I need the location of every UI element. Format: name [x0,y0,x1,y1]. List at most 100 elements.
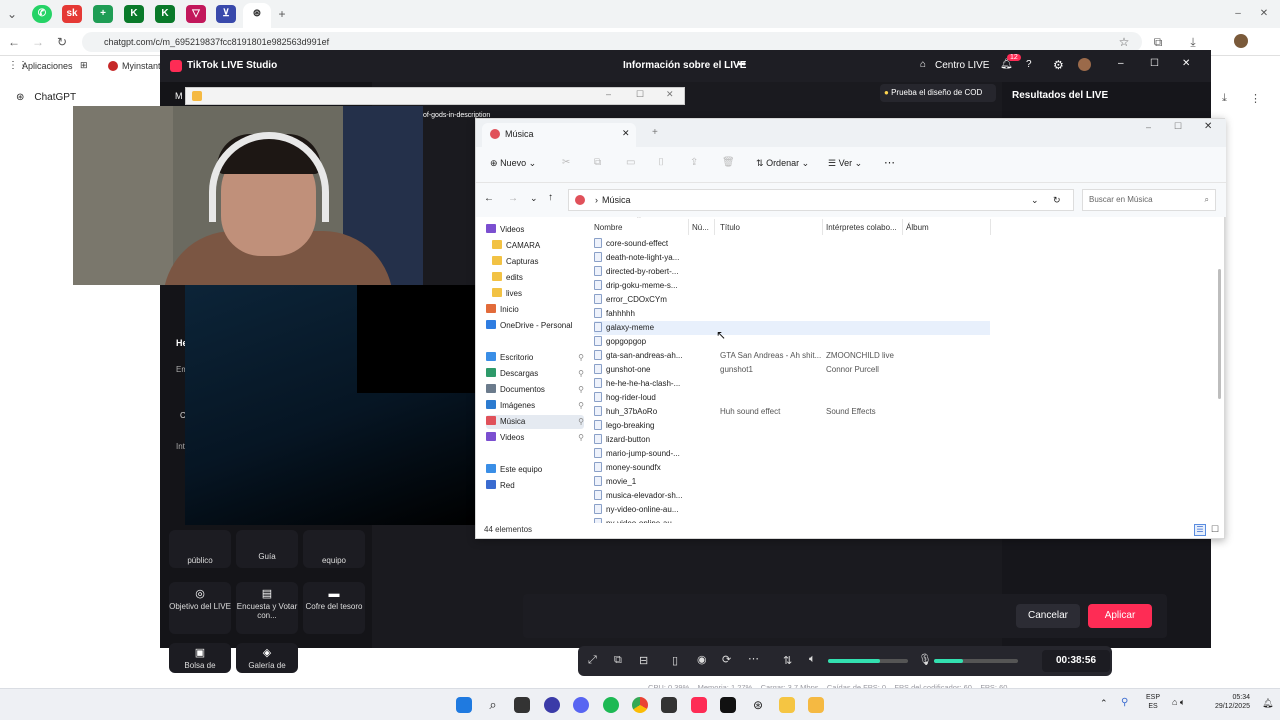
app-icon[interactable] [808,697,824,713]
tab-favicon[interactable]: sk [62,5,82,23]
camera-flip-icon[interactable]: ⟳ [722,653,731,666]
forward-icon[interactable]: → [508,193,518,204]
sidebar-item-descargas[interactable]: Descargas ⚲ [486,367,584,381]
bookmark-apps[interactable]: Aplicaciones [22,61,73,71]
grid-icon[interactable]: ⊞ [80,60,88,71]
file-row[interactable]: drip-goku-meme-s... [594,279,990,293]
close-icon[interactable]: ✕ [1182,58,1190,69]
download-icon[interactable]: ⤓ [1185,34,1201,50]
chevron-down-icon[interactable]: ⌄ [1031,190,1039,210]
sidebar-item-escritorio[interactable]: Escritorio ⚲ [486,351,584,365]
forward-icon[interactable]: → [30,34,46,50]
chatgpt-icon[interactable]: ⊛ [750,697,766,713]
discord-icon[interactable] [573,697,589,713]
delete-icon[interactable]: 🗑︎ [722,157,735,168]
file-row[interactable]: gta-san-andreas-ah... GTA San Andreas - A… [594,349,990,363]
file-row[interactable]: lego-breaking [594,419,990,433]
close-icon[interactable]: ✕ [1204,121,1212,132]
layers-icon[interactable]: ⧉ [614,654,622,667]
address-path[interactable]: › Música ⌄ ↻ [568,189,1074,211]
minimize-icon[interactable]: – [606,89,611,99]
cancel-button[interactable]: Cancelar [1016,604,1080,628]
sidebar-item-música[interactable]: Música ⚲ [486,415,584,429]
volume-slider[interactable] [828,659,908,663]
sidebar-item-red[interactable]: Red [486,479,584,493]
live-goal-card[interactable]: ◎ Objetivo del LIVE [169,582,231,634]
reload-icon[interactable]: ↻ [54,34,70,50]
download-side-icon[interactable]: ⤓ [1222,92,1227,105]
tip-banner[interactable]: ● Prueba el diseño de COD [880,84,996,102]
new-tab-icon[interactable]: + [652,127,658,138]
whatsapp-tab-icon[interactable]: ✆ [32,5,52,23]
minimize-icon[interactable]: – [1118,58,1124,69]
column-separator[interactable] [822,219,823,235]
pin-icon[interactable]: ⚲ [578,367,584,381]
details-view-icon[interactable]: ☰ [1194,524,1206,536]
spotify-icon[interactable] [603,697,619,713]
magic-icon[interactable]: ⤢ [588,654,597,667]
phone-icon[interactable]: ▯ [672,654,678,667]
tab-search-icon[interactable]: ⌄ [4,6,20,22]
bag-card[interactable]: ▣ Bolsa de [169,643,231,673]
mic-slider[interactable] [934,659,1018,663]
help-icon[interactable]: ? [1026,59,1032,70]
tab-favicon[interactable]: K [155,5,175,23]
obs-icon[interactable] [544,697,560,713]
sidebar-item-imágenes[interactable]: Imágenes ⚲ [486,399,584,413]
extensions-icon[interactable]: ⧉ [1150,34,1166,50]
file-row[interactable]: he-he-he-ha-clash-... [594,377,990,391]
column-separator[interactable] [990,219,991,235]
file-row[interactable]: hog-rider-loud [594,391,990,405]
column-separator[interactable] [688,219,689,235]
settings-icon[interactable]: ⚙ [1053,58,1064,72]
gallery-card[interactable]: ◈ Galería de [236,643,298,673]
treasure-chest-card[interactable]: ▬ Cofre del tesoro [303,582,365,634]
sidebar-item-camara[interactable]: CAMARA [486,239,584,253]
column-separator[interactable] [902,219,903,235]
file-row[interactable]: musica-elevador-sh... [594,489,990,503]
search-box[interactable]: Buscar en Música ⌕ [1082,189,1216,211]
pin-icon[interactable]: ⚲ [578,399,584,413]
task-view-icon[interactable] [514,697,530,713]
poll-card[interactable]: ▤ Encuesta y Votar con... [236,582,298,634]
new-button[interactable]: ⊕ Nuevo ⌄ [490,158,536,169]
guide-card[interactable]: Guía [236,530,298,568]
network-volume-icon[interactable]: ⌂ 🔈︎ [1172,697,1185,708]
mixer-icon[interactable]: ⇅ [783,654,792,667]
more-options-icon[interactable]: ⋯ [884,156,895,169]
file-row[interactable]: money-soundfx [594,461,990,475]
sort-button[interactable]: ⇅ Ordenar ⌄ [756,158,809,169]
file-row[interactable]: lizard-button [594,433,990,447]
sidebar-item-capturas[interactable]: Capturas [486,255,584,269]
live-info-title[interactable]: Información sobre el LIVE [623,60,746,71]
sidebar-item-edits[interactable]: edits [486,271,584,285]
column-artists[interactable]: Intérpretes colabo... [826,221,897,235]
scrollbar-thumb[interactable] [1218,269,1221,399]
back-icon[interactable]: ← [484,193,494,204]
file-row[interactable]: directed-by-robert-... [594,265,990,279]
up-icon[interactable]: ↑ [548,192,553,203]
recent-icon[interactable]: ⌄ [530,193,538,204]
pin-icon[interactable]: ⚲ [578,351,584,365]
microphone-icon[interactable]: 🎙︎ [918,653,932,666]
more-icon[interactable]: ⋮ [1250,92,1261,105]
maximize-icon[interactable]: ☐ [636,89,644,100]
file-row[interactable]: huh_37bAoRo Huh sound effect Sound Effects [594,405,990,419]
file-row[interactable]: error_CDOxCYm [594,293,990,307]
sidebar-item-este-equipo[interactable]: Este equipo [486,463,584,477]
audience-card[interactable]: público [169,530,231,568]
apply-button[interactable]: Aplicar [1088,604,1152,628]
file-row[interactable]: gunshot-one gunshot1 Connor Purcell [594,363,990,377]
pin-icon[interactable]: ⚲ [578,415,584,429]
tab-favicon[interactable]: + [93,5,113,23]
copy-icon[interactable]: ⧉ [594,157,601,168]
start-icon[interactable] [456,697,472,713]
tiles-view-icon[interactable]: ☐ [1209,524,1221,536]
column-separator[interactable] [714,219,715,235]
share-icon[interactable]: ⇪ [690,157,698,168]
sidebar-item-inicio[interactable]: Inicio [486,303,584,317]
pin-icon[interactable]: ⚲ [578,383,584,397]
column-album[interactable]: Álbum [906,221,929,235]
address-bar[interactable]: chatgpt.com/c/m_695219837fcc8191801e9825… [82,32,1142,52]
file-row[interactable]: gopgopgop [594,335,990,349]
